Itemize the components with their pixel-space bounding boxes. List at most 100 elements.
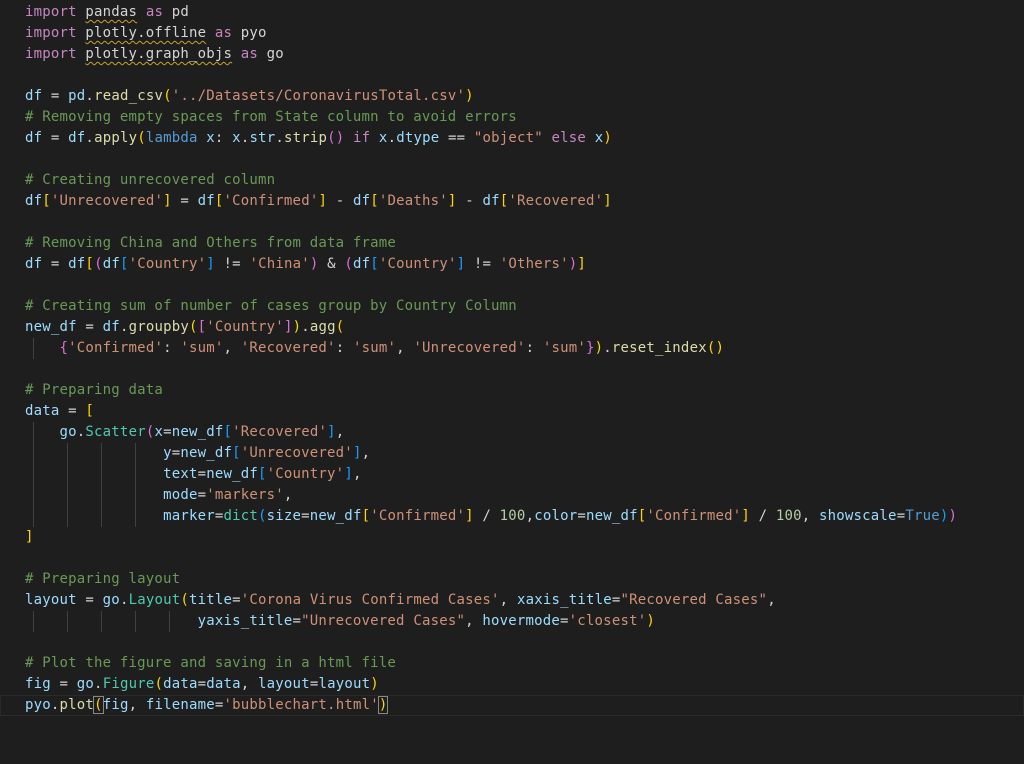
code-line[interactable]: import plotly.graph_objs as go	[25, 44, 1024, 65]
code-token: (	[163, 88, 172, 104]
code-token: !=	[465, 256, 500, 272]
code-token: read_csv	[94, 88, 164, 104]
code-token: pd	[68, 88, 86, 104]
code-line[interactable]: # Plot the figure and saving in a html f…	[25, 653, 1024, 674]
code-token: yaxis_title	[197, 613, 293, 629]
code-token: new_df	[25, 319, 77, 335]
code-line[interactable]: yaxis_title="Unrecovered Cases", hovermo…	[25, 611, 1024, 632]
code-token: dict	[223, 508, 258, 524]
code-token: str	[249, 130, 276, 146]
code-token: 100	[775, 508, 802, 524]
code-line[interactable]: data = [	[25, 401, 1024, 422]
code-line[interactable]	[25, 65, 1024, 86]
code-line[interactable]: # Preparing layout	[25, 569, 1024, 590]
code-line[interactable]: mode='markers',	[25, 485, 1024, 506]
code-line[interactable]: import plotly.offline as pyo	[25, 23, 1024, 44]
code-token: [	[85, 403, 95, 419]
code-line[interactable]: import pandas as pd	[25, 2, 1024, 23]
code-token: go	[59, 424, 77, 440]
code-line[interactable]: pyo.plot(fig, filename='bubblechart.html…	[0, 695, 1024, 716]
code-line[interactable]: layout = go.Layout(title='Corona Virus C…	[25, 590, 1024, 611]
code-token: ,	[465, 613, 483, 629]
code-token: ,	[525, 508, 535, 524]
code-line[interactable]: text=new_df['Country'],	[25, 464, 1024, 485]
code-token: df	[25, 256, 43, 272]
code-line[interactable]: # Creating sum of number of cases group …	[25, 296, 1024, 317]
code-token: .	[301, 319, 310, 335]
code-token: "Unrecovered Cases"	[301, 613, 466, 629]
code-line[interactable]: ]	[25, 527, 1024, 548]
code-token: df	[353, 256, 371, 272]
code-token: (	[137, 130, 146, 146]
code-line[interactable]	[25, 632, 1024, 653]
indent-guide	[101, 506, 102, 527]
indent-guide	[169, 611, 170, 632]
code-line[interactable]: df = df[(df['Country'] != 'China') & (df…	[25, 254, 1024, 275]
code-lines[interactable]: import pandas as pd import plotly.offline…	[0, 2, 1024, 716]
code-token: =	[171, 193, 198, 209]
code-token: ]	[741, 508, 750, 524]
code-token: go	[102, 592, 120, 608]
code-line[interactable]: go.Scatter(x=new_df['Recovered'],	[25, 422, 1024, 443]
code-token: =	[42, 256, 69, 272]
code-token: (	[154, 676, 164, 692]
code-token: x	[232, 130, 241, 146]
code-token: Figure	[102, 676, 155, 692]
code-token: ,	[223, 340, 241, 356]
indent-guide	[135, 485, 136, 506]
code-token: :	[214, 130, 233, 146]
code-token: go	[266, 46, 284, 62]
code-token: layout	[25, 592, 77, 608]
code-token: new_df	[309, 508, 362, 524]
code-line[interactable]: # Creating unrecovered column	[25, 170, 1024, 191]
code-token: if	[344, 130, 379, 146]
code-token: groupby	[128, 319, 189, 335]
code-token: =	[197, 676, 207, 692]
code-token: :	[335, 340, 353, 356]
code-token: .	[85, 130, 95, 146]
code-line[interactable]	[25, 275, 1024, 296]
indent-guide	[67, 464, 68, 485]
code-editor[interactable]: import pandas as pd import plotly.offline…	[0, 0, 1024, 764]
code-line[interactable]	[25, 548, 1024, 569]
code-line[interactable]: df['Unrecovered'] = df['Confirmed'] - df…	[25, 191, 1024, 212]
code-line[interactable]: df = pd.read_csv('../Datasets/Coronaviru…	[25, 86, 1024, 107]
code-line[interactable]: # Removing empty spaces from State colum…	[25, 107, 1024, 128]
code-line[interactable]	[25, 359, 1024, 380]
code-line[interactable]	[25, 149, 1024, 170]
code-line[interactable]	[25, 212, 1024, 233]
code-token: [	[119, 256, 129, 272]
code-token: =	[42, 88, 69, 104]
code-token: [	[258, 466, 267, 482]
code-token: :	[525, 340, 543, 356]
code-line[interactable]: # Removing China and Others from data fr…	[25, 233, 1024, 254]
code-token: =	[214, 697, 224, 713]
code-token: =	[577, 508, 586, 524]
code-line[interactable]: y=new_df['Unrecovered'],	[25, 443, 1024, 464]
code-token: 'bubblechart.html'	[223, 697, 379, 713]
code-token: x	[197, 130, 215, 146]
code-token: df	[68, 130, 86, 146]
code-line[interactable]: new_df = df.groupby(['Country']).agg(	[25, 317, 1024, 338]
code-token: lambda	[145, 130, 198, 146]
code-token: df	[102, 256, 120, 272]
code-token: pyo	[240, 25, 267, 41]
code-token: [	[197, 319, 207, 335]
code-token: # Creating sum of number of cases group …	[25, 298, 517, 314]
code-line[interactable]: # Preparing data	[25, 380, 1024, 401]
code-line[interactable]: df = df.apply(lambda x: x.str.strip() if…	[25, 128, 1024, 149]
code-line[interactable]: marker=dict(size=new_df['Confirmed'] / 1…	[25, 506, 1024, 527]
code-line[interactable]: {'Confirmed': 'sum', 'Recovered': 'sum',…	[25, 338, 1024, 359]
code-token: ]	[318, 193, 328, 209]
code-token: fig	[25, 676, 51, 692]
code-token: ]	[344, 466, 353, 482]
code-token: (	[335, 319, 345, 335]
code-token: )	[646, 613, 655, 629]
code-token: x	[154, 424, 164, 440]
code-token: ]	[327, 424, 336, 440]
code-token: ()	[327, 130, 345, 146]
code-token: 'Recovered'	[240, 340, 336, 356]
code-line[interactable]: fig = go.Figure(data=data, layout=layout…	[25, 674, 1024, 695]
code-token: 'Country'	[206, 319, 284, 335]
